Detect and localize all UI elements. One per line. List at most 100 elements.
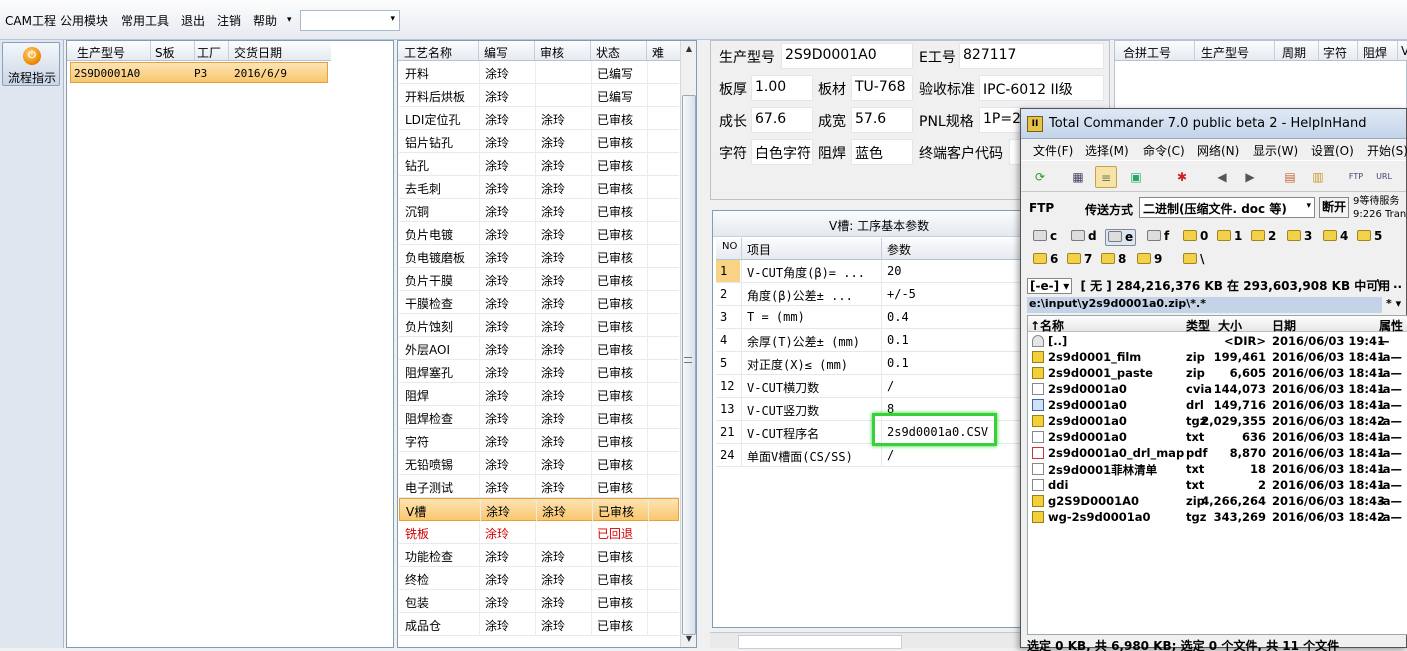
disconnect-button[interactable]: 断开	[1319, 197, 1349, 218]
col-s-board[interactable]: S板	[155, 44, 175, 61]
drive-button-2[interactable]: 2	[1251, 229, 1276, 246]
table-row[interactable]: 负片干膜 涂玲 涂玲 已审核	[399, 268, 679, 291]
table-row[interactable]: 2S9D0001A0 P3 2016/6/9	[70, 62, 328, 83]
table-row[interactable]: 铣板 涂玲 已回退	[399, 521, 679, 544]
forward-icon[interactable]: ▶	[1239, 166, 1261, 188]
list-item[interactable]: g2S9D0001A0 zip 4,266,264 2016/06/03 18:43-…	[1028, 493, 1407, 509]
table-row[interactable]: 包装 涂玲 涂玲 已审核	[399, 590, 679, 613]
field-character[interactable]: 白色字符	[751, 139, 813, 165]
table-row[interactable]: 外层AOI 涂玲 涂玲 已审核	[399, 337, 679, 360]
tc-title-bar[interactable]: II Total Commander 7.0 public beta 2 - H…	[1021, 109, 1406, 139]
col-param[interactable]: 参数	[887, 241, 911, 258]
table-row[interactable]: 沉铜 涂玲 涂玲 已审核	[399, 199, 679, 222]
menu-help[interactable]: 帮助	[253, 12, 277, 29]
list-item[interactable]: 2s9d0001a0 tgz 2,029,355 2016/06/03 18:42 -a…	[1028, 413, 1407, 429]
flow-indicator-button[interactable]: ⏻ 流程指示	[2, 42, 60, 86]
table-row[interactable]: 负片蚀刻 涂玲 涂玲 已审核	[399, 314, 679, 337]
col-date[interactable]: 日期	[1272, 317, 1296, 334]
field-solder-mask[interactable]: 蓝色	[851, 139, 913, 165]
refresh-icon[interactable]: ⟳	[1029, 166, 1051, 188]
process-scrollbar[interactable]: ▲ ▼	[680, 41, 696, 647]
field-length[interactable]: 67.6	[751, 107, 813, 133]
drive-button-8[interactable]: 8	[1101, 252, 1126, 269]
drive-button-9[interactable]: 9	[1137, 252, 1162, 269]
menu-cam[interactable]: CAM工程	[5, 12, 56, 29]
scroll-thumb[interactable]	[682, 95, 696, 635]
table-row[interactable]: 开料后烘板 涂玲 已编写	[399, 84, 679, 107]
table-row[interactable]: 功能检查 涂玲 涂玲 已审核	[399, 544, 679, 567]
pack-icon[interactable]: ▤	[1279, 166, 1301, 188]
updir-link[interactable]: ..	[1393, 277, 1402, 291]
list-item[interactable]: ddi txt 2 2016/06/03 18:41 -a—	[1028, 477, 1407, 493]
drive-button-1[interactable]: 1	[1217, 229, 1242, 246]
col-process-name[interactable]: 工艺名称	[404, 44, 452, 61]
list-item[interactable]: 2s9d0001_paste zip 6,605 2016/06/03 18:41 -a…	[1028, 365, 1407, 381]
tc-menu-file[interactable]: 文件(F)	[1033, 142, 1073, 159]
col-no[interactable]: NO	[722, 241, 737, 252]
col-delivery-date[interactable]: 交货日期	[234, 44, 282, 61]
bottom-input[interactable]	[738, 635, 902, 649]
col-reviewer[interactable]: 审核	[540, 44, 564, 61]
table-row[interactable]: 铝片钻孔 涂玲 涂玲 已审核	[399, 130, 679, 153]
col-name[interactable]: ↑名称	[1030, 317, 1064, 334]
root-link[interactable]: \	[1377, 277, 1381, 291]
chevron-down-icon[interactable]: ▾	[390, 14, 395, 24]
col-item[interactable]: 项目	[747, 241, 771, 258]
menu-common-tools[interactable]: 常用工具	[121, 12, 169, 29]
invert-selection-icon[interactable]: ✱	[1171, 166, 1193, 188]
col-model[interactable]: 生产型号	[77, 44, 125, 61]
list-item[interactable]: 2s9d0001_film zip 199,461 2016/06/03 18:41-…	[1028, 349, 1407, 365]
drive-button-6[interactable]: 6	[1033, 252, 1058, 269]
tree-view-icon[interactable]: ≡	[1095, 166, 1117, 188]
tc-menu-select[interactable]: 选择(M)	[1085, 142, 1129, 159]
drive-button-network[interactable]: \	[1183, 252, 1204, 269]
table-row[interactable]: 无铅喷锡 涂玲 涂玲 已审核	[399, 452, 679, 475]
drive-button-d[interactable]: d	[1071, 229, 1097, 246]
list-item[interactable]: wg-2s9d0001a0 tgz 343,269 2016/06/03 18:42-…	[1028, 509, 1407, 525]
tc-menu-start[interactable]: 开始(S)	[1367, 142, 1407, 159]
ftp-connect-icon[interactable]: FTP	[1345, 166, 1367, 188]
drive-button-f[interactable]: f	[1147, 229, 1169, 246]
list-item[interactable]: 2s9d0001a0_drl_map pdf 8,870 2016/06/03 18:…	[1028, 445, 1407, 461]
url-connect-icon[interactable]: URL	[1373, 166, 1395, 188]
field-material[interactable]: TU-768	[851, 75, 913, 101]
menu-combo-box[interactable]: ▾	[300, 10, 400, 31]
chevron-down-icon[interactable]: ▾	[287, 15, 292, 25]
field-model[interactable]: 2S9D0001A0	[781, 43, 913, 69]
drive-button-5[interactable]: 5	[1357, 229, 1382, 246]
path-filter[interactable]: * ▾	[1383, 297, 1407, 313]
back-icon[interactable]: ◀	[1211, 166, 1233, 188]
table-row[interactable]: 电子测试 涂玲 涂玲 已审核	[399, 475, 679, 498]
table-row[interactable]: 开料 涂玲 已编写	[399, 61, 679, 84]
col-factory[interactable]: 工厂	[197, 44, 221, 61]
table-row[interactable]: LDI定位孔 涂玲 涂玲 已审核	[399, 107, 679, 130]
table-row[interactable]: 干膜检查 涂玲 涂玲 已审核	[399, 291, 679, 314]
col-combine-character[interactable]: 字符	[1323, 44, 1347, 61]
thumbnail-view-icon[interactable]: ▣	[1125, 166, 1147, 188]
col-combine-solder[interactable]: 阻焊	[1363, 44, 1387, 61]
col-combine-period[interactable]: 周期	[1282, 44, 1306, 61]
table-row[interactable]: 字符 涂玲 涂玲 已审核	[399, 429, 679, 452]
col-combine-model[interactable]: 生产型号	[1201, 44, 1249, 61]
tc-menu-network[interactable]: 网络(N)	[1197, 142, 1239, 159]
transfer-mode-select[interactable]: 二进制(压缩文件. doc 等) ▾	[1139, 197, 1315, 218]
table-row[interactable]: 钻孔 涂玲 涂玲 已审核	[399, 153, 679, 176]
field-e-number[interactable]: 827117	[959, 43, 1104, 69]
list-item[interactable]: 2s9d0001a0 cvia 144,073 2016/06/03 18:41 -a—	[1028, 381, 1407, 397]
table-row[interactable]: 阻焊检查 涂玲 涂玲 已审核	[399, 406, 679, 429]
scroll-up-icon[interactable]: ▲	[681, 41, 697, 57]
table-row[interactable]: V槽 涂玲 涂玲 已审核	[399, 498, 679, 522]
unpack-icon[interactable]: ▥	[1307, 166, 1329, 188]
list-item[interactable]: 2s9d0001a0 txt 636 2016/06/03 18:41 -a—	[1028, 429, 1407, 445]
tc-menu-commands[interactable]: 命令(C)	[1143, 142, 1185, 159]
tc-menu-show[interactable]: 显示(W)	[1253, 142, 1298, 159]
drive-button-3[interactable]: 3	[1287, 229, 1312, 246]
brief-view-icon[interactable]: ▦	[1067, 166, 1089, 188]
scroll-down-icon[interactable]: ▼	[681, 631, 697, 647]
col-status[interactable]: 状态	[596, 44, 620, 61]
current-path[interactable]: e:\input\y2s9d0001a0.zip\*.*	[1027, 297, 1382, 313]
table-row[interactable]: 阻焊塞孔 涂玲 涂玲 已审核	[399, 360, 679, 383]
drive-button-0[interactable]: 0	[1183, 229, 1208, 246]
col-author[interactable]: 编写	[484, 44, 508, 61]
field-acceptance[interactable]: IPC-6012 II级	[979, 75, 1104, 101]
